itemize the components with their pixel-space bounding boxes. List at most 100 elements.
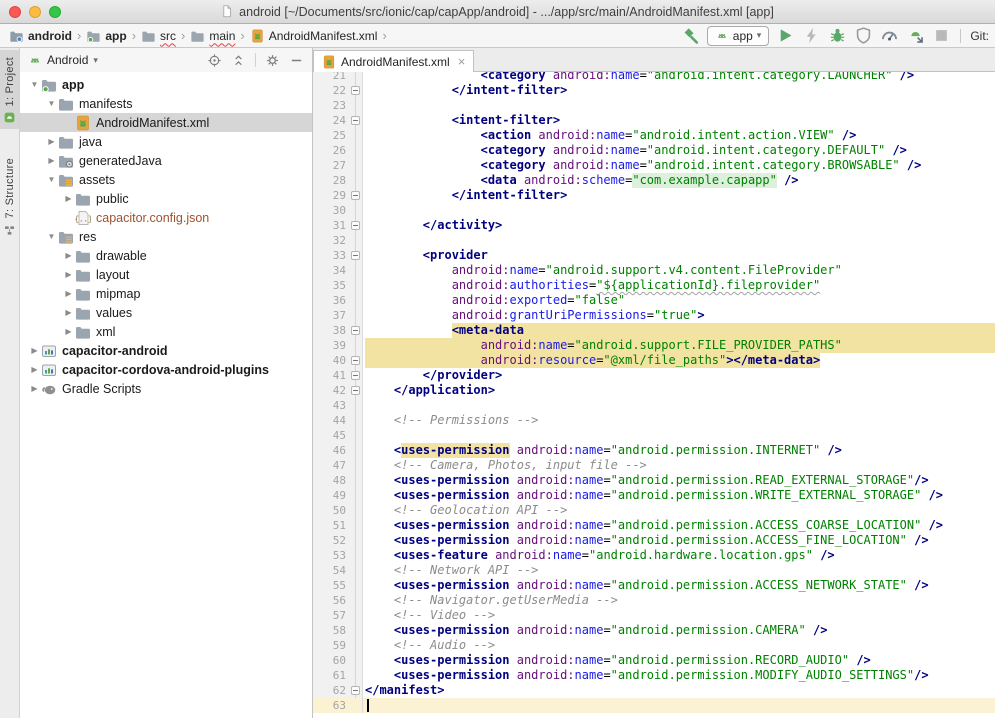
- code-text[interactable]: <!-- Permissions -->: [363, 413, 995, 428]
- tree-item[interactable]: AndroidManifest.xml: [20, 113, 312, 132]
- tree-expand-arrow-icon[interactable]: ▶: [28, 365, 41, 374]
- code-line[interactable]: 35 android:authorities="${applicationId}…: [313, 278, 995, 293]
- code-text[interactable]: <uses-permission android:name="android.p…: [363, 488, 995, 503]
- code-line[interactable]: 49 <uses-permission android:name="androi…: [313, 488, 995, 503]
- gear-icon[interactable]: [265, 53, 280, 68]
- code-line[interactable]: 30: [313, 203, 995, 218]
- code-text[interactable]: <uses-permission android:name="android.p…: [363, 668, 995, 683]
- tree-expand-arrow-icon[interactable]: ▶: [45, 156, 58, 165]
- code-line[interactable]: 60 <uses-permission android:name="androi…: [313, 653, 995, 668]
- code-text[interactable]: <uses-permission android:name="android.p…: [363, 473, 995, 488]
- fold-marker-icon[interactable]: [351, 371, 360, 380]
- code-text[interactable]: <uses-permission android:name="android.p…: [363, 443, 995, 458]
- code-text[interactable]: <meta-data: [363, 323, 995, 338]
- code-text[interactable]: </intent-filter>: [363, 188, 995, 203]
- code-text[interactable]: android:resource="@xml/file_paths"></met…: [363, 353, 995, 368]
- code-line[interactable]: 47 <!-- Camera, Photos, input file -->: [313, 458, 995, 473]
- code-text[interactable]: <uses-permission android:name="android.p…: [363, 623, 995, 638]
- code-text[interactable]: <category android:name="android.intent.c…: [363, 72, 995, 83]
- code-line[interactable]: 39 android:name="android.support.FILE_PR…: [313, 338, 995, 353]
- code-line[interactable]: 42 </application>: [313, 383, 995, 398]
- code-line[interactable]: 27 <category android:name="android.inten…: [313, 158, 995, 173]
- run-with-coverage-icon[interactable]: [854, 26, 873, 45]
- fold-marker-icon[interactable]: [351, 116, 360, 125]
- code-line[interactable]: 53 <uses-feature android:name="android.h…: [313, 548, 995, 563]
- code-line[interactable]: 48 <uses-permission android:name="androi…: [313, 473, 995, 488]
- code-line[interactable]: 40 android:resource="@xml/file_paths"></…: [313, 353, 995, 368]
- apply-changes-icon[interactable]: [802, 26, 821, 45]
- code-text[interactable]: </manifest>: [363, 683, 995, 698]
- project-view-selector[interactable]: Android ▾: [28, 53, 98, 67]
- code-text[interactable]: [363, 233, 995, 248]
- code-text[interactable]: </activity>: [363, 218, 995, 233]
- code-text[interactable]: <!-- Camera, Photos, input file -->: [363, 458, 995, 473]
- breadcrumb-item[interactable]: main: [187, 28, 238, 44]
- tree-item[interactable]: ▶generatedJava: [20, 151, 312, 170]
- tree-item[interactable]: ▼manifests: [20, 94, 312, 113]
- code-line[interactable]: 51 <uses-permission android:name="androi…: [313, 518, 995, 533]
- tree-item[interactable]: ▶Gradle Scripts: [20, 379, 312, 398]
- breadcrumb-item[interactable]: android: [6, 28, 75, 44]
- code-text[interactable]: <uses-permission android:name="android.p…: [363, 653, 995, 668]
- tree-item[interactable]: ▶values: [20, 303, 312, 322]
- build-hammer-icon[interactable]: [681, 26, 700, 45]
- fold-marker-icon[interactable]: [351, 86, 360, 95]
- code-line[interactable]: 56 <!-- Navigator.getUserMedia -->: [313, 593, 995, 608]
- code-text[interactable]: <category android:name="android.intent.c…: [363, 143, 995, 158]
- code-text[interactable]: <intent-filter>: [363, 113, 995, 128]
- tree-item[interactable]: ▶drawable: [20, 246, 312, 265]
- code-line[interactable]: 31 </activity>: [313, 218, 995, 233]
- code-text[interactable]: </provider>: [363, 368, 995, 383]
- minimize-window-button[interactable]: [29, 6, 41, 18]
- code-text[interactable]: <!-- Geolocation API -->: [363, 503, 995, 518]
- code-text[interactable]: <!-- Navigator.getUserMedia -->: [363, 593, 995, 608]
- code-text[interactable]: android:name="android.support.FILE_PROVI…: [363, 338, 995, 353]
- tree-item[interactable]: ▶capacitor-android: [20, 341, 312, 360]
- tree-expand-arrow-icon[interactable]: ▼: [45, 232, 58, 241]
- code-line[interactable]: 44 <!-- Permissions -->: [313, 413, 995, 428]
- code-line[interactable]: 52 <uses-permission android:name="androi…: [313, 533, 995, 548]
- debug-button[interactable]: [828, 26, 847, 45]
- code-text[interactable]: <action android:name="android.intent.act…: [363, 128, 995, 143]
- code-text[interactable]: <provider: [363, 248, 995, 263]
- tree-expand-arrow-icon[interactable]: ▼: [28, 80, 41, 89]
- code-line[interactable]: 57 <!-- Video -->: [313, 608, 995, 623]
- tool-window-project-tab[interactable]: 1: Project: [0, 50, 19, 129]
- attach-debugger-icon[interactable]: [906, 26, 925, 45]
- tree-item[interactable]: ▶java: [20, 132, 312, 151]
- code-line[interactable]: 43: [313, 398, 995, 413]
- code-line[interactable]: 37 android:grantUriPermissions="true">: [313, 308, 995, 323]
- breadcrumb-item[interactable]: app: [83, 28, 129, 44]
- tree-item[interactable]: ▶capacitor-cordova-android-plugins: [20, 360, 312, 379]
- tool-window-structure-tab[interactable]: 7: Structure: [0, 151, 19, 241]
- editor-tab-androidmanifest[interactable]: AndroidManifest.xml ×: [313, 50, 474, 72]
- code-text[interactable]: android:name="android.support.v4.content…: [363, 263, 995, 278]
- code-text[interactable]: [363, 428, 995, 443]
- code-text[interactable]: <!-- Video -->: [363, 608, 995, 623]
- code-text[interactable]: [363, 398, 995, 413]
- code-text[interactable]: [363, 698, 995, 713]
- tree-item[interactable]: ▶layout: [20, 265, 312, 284]
- tree-expand-arrow-icon[interactable]: ▼: [45, 175, 58, 184]
- tree-item[interactable]: ▶public: [20, 189, 312, 208]
- fold-marker-icon[interactable]: [351, 686, 360, 695]
- code-line[interactable]: 41 </provider>: [313, 368, 995, 383]
- code-text[interactable]: <uses-permission android:name="android.p…: [363, 578, 995, 593]
- code-area[interactable]: 21 <category android:name="android.inten…: [313, 72, 995, 718]
- code-line[interactable]: 54 <!-- Network API -->: [313, 563, 995, 578]
- code-text[interactable]: </application>: [363, 383, 995, 398]
- run-button[interactable]: [776, 26, 795, 45]
- code-text[interactable]: [363, 98, 995, 113]
- code-text[interactable]: <!-- Network API -->: [363, 563, 995, 578]
- close-window-button[interactable]: [9, 6, 21, 18]
- code-line[interactable]: 24 <intent-filter>: [313, 113, 995, 128]
- tree-expand-arrow-icon[interactable]: ▶: [62, 270, 75, 279]
- tree-expand-arrow-icon[interactable]: ▶: [62, 327, 75, 336]
- code-text[interactable]: <uses-feature android:name="android.hard…: [363, 548, 995, 563]
- breadcrumb-item[interactable]: src: [138, 28, 179, 44]
- tree-item[interactable]: ▼res: [20, 227, 312, 246]
- code-line[interactable]: 45: [313, 428, 995, 443]
- code-line[interactable]: 36 android:exported="false": [313, 293, 995, 308]
- code-line[interactable]: 50 <!-- Geolocation API -->: [313, 503, 995, 518]
- tree-expand-arrow-icon[interactable]: ▶: [62, 194, 75, 203]
